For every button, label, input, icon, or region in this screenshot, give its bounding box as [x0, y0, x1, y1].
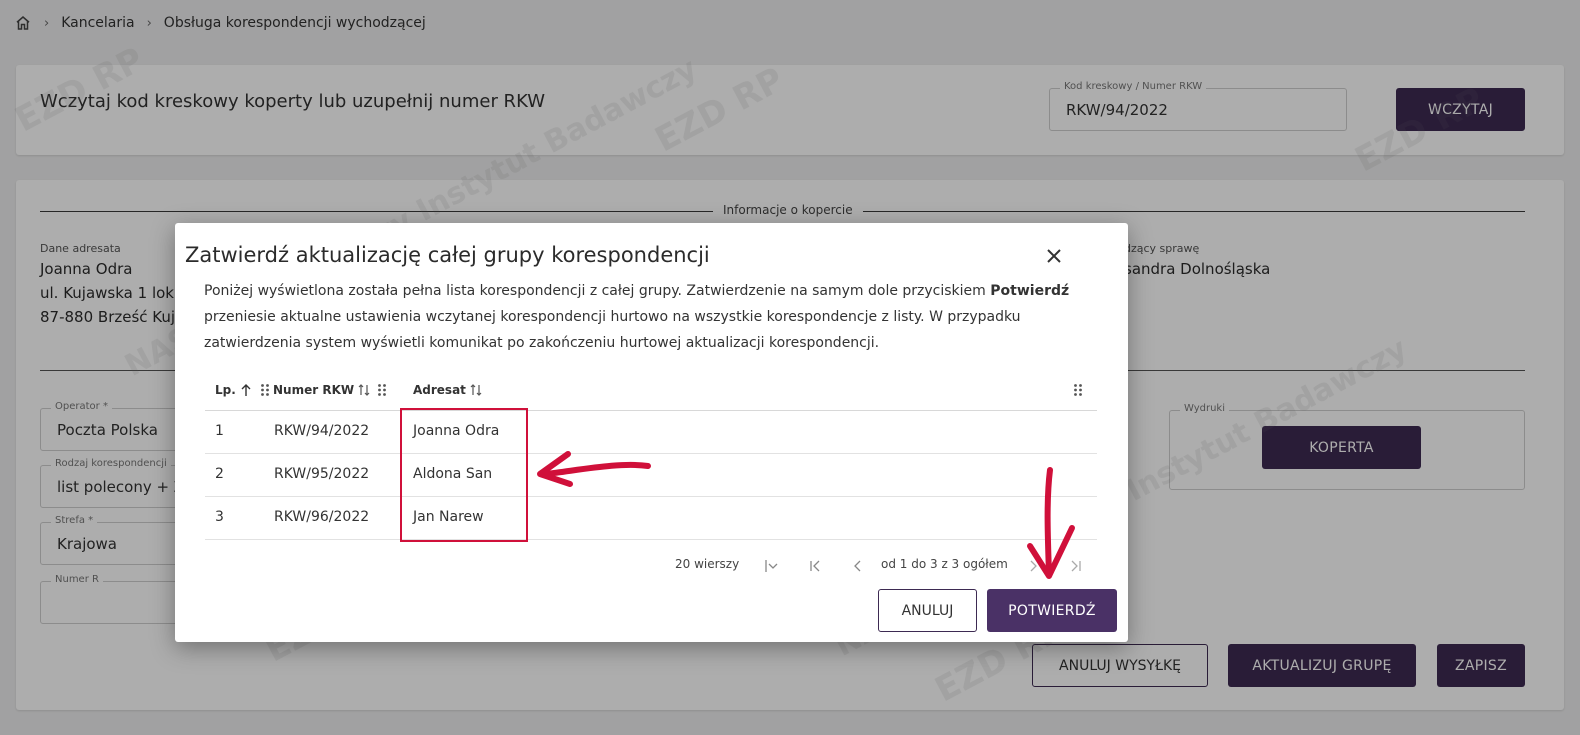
last-page-icon[interactable]	[1069, 559, 1083, 573]
column-header-lp-label: Lp.	[215, 383, 236, 397]
sort-icon[interactable]	[358, 383, 370, 397]
column-header-adresat[interactable]: Adresat	[413, 383, 482, 397]
previous-page-icon[interactable]	[851, 559, 865, 573]
cell-rkw: RKW/95/2022	[274, 466, 370, 482]
dialog-description-text: Poniżej wyświetlona została pełna lista …	[204, 283, 991, 299]
chevron-down-icon[interactable]	[765, 559, 779, 573]
dialog-description: Poniżej wyświetlona została pełna lista …	[204, 278, 1104, 356]
dialog-description-text: przeniesie aktualne ustawienia wczytanej…	[204, 309, 1021, 351]
column-header-adresat-label: Adresat	[413, 383, 466, 397]
table-header: Lp. Numer RKW Adresat	[205, 375, 1097, 411]
cell-lp: 2	[215, 466, 224, 482]
first-page-icon[interactable]	[808, 559, 822, 573]
confirm-group-update-dialog: Zatwierdź aktualizację całej grupy kores…	[175, 223, 1128, 642]
sort-icon[interactable]	[470, 383, 482, 397]
table-row[interactable]: 2 RKW/95/2022 Aldona San	[205, 454, 1097, 497]
sort-ascending-icon[interactable]	[240, 383, 252, 397]
annotation-highlight-box	[400, 408, 528, 542]
table-row[interactable]: 1 RKW/94/2022 Joanna Odra	[205, 411, 1097, 454]
rows-per-page[interactable]: 20 wierszy	[675, 557, 739, 571]
cell-rkw: RKW/96/2022	[274, 509, 370, 525]
column-header-rkw-label: Numer RKW	[273, 383, 355, 397]
app-page: › Kancelaria › Obsługa korespondencji wy…	[0, 0, 1580, 735]
column-header-rkw[interactable]: Numer RKW	[260, 383, 370, 397]
column-menu[interactable]	[1073, 383, 1086, 397]
cell-rkw: RKW/94/2022	[274, 423, 370, 439]
column-drag-handle[interactable]	[377, 383, 390, 397]
cancel-button[interactable]: ANULUJ	[878, 589, 977, 632]
confirm-button[interactable]: POTWIERDŹ	[987, 589, 1117, 632]
column-header-lp[interactable]: Lp.	[215, 383, 252, 397]
dialog-description-bold: Potwierdź	[990, 283, 1070, 299]
table-row[interactable]: 3 RKW/96/2022 Jan Narew	[205, 497, 1097, 540]
pagination-range: od 1 do 3 z 3 ogółem	[881, 557, 1008, 571]
drag-handle-icon[interactable]	[260, 383, 270, 397]
column-menu-icon[interactable]	[1073, 383, 1083, 397]
cell-lp: 3	[215, 509, 224, 525]
drag-handle-icon[interactable]	[377, 383, 387, 397]
dialog-title: Zatwierdź aktualizację całej grupy kores…	[185, 243, 710, 267]
cell-lp: 1	[215, 423, 224, 439]
next-page-icon[interactable]	[1026, 559, 1040, 573]
close-icon[interactable]	[1045, 247, 1063, 265]
